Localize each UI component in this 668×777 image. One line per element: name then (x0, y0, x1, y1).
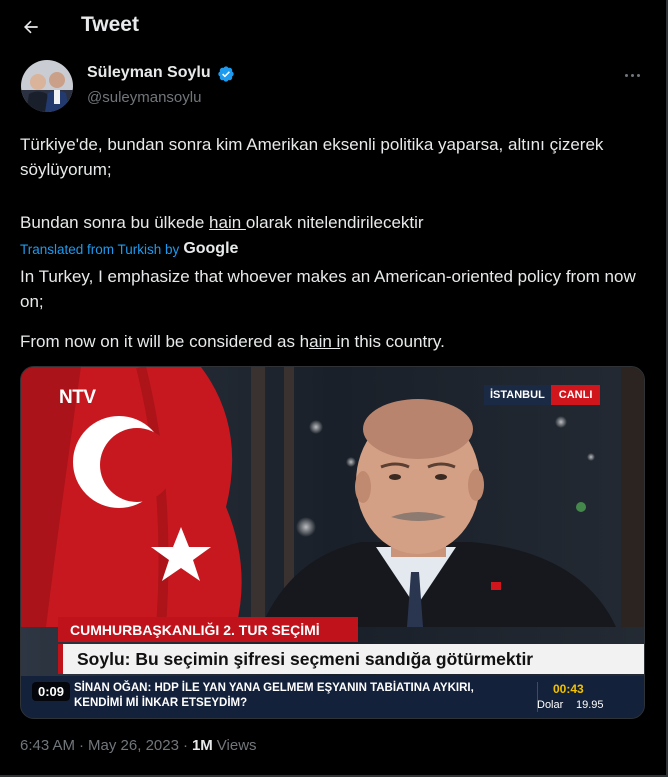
video-timer: 0:09 (32, 682, 71, 701)
more-horizontal-icon[interactable] (620, 66, 644, 84)
author-handle[interactable]: @suleymansoylu (87, 89, 201, 106)
tweet-meta: 6:43 AM · May 26, 2023 · 1M Views (20, 737, 257, 754)
tweet-page: Tweet Süleyman Soylu @suleymansoylu Türk… (0, 0, 668, 777)
translated-label: Translated from Turkish by (20, 241, 180, 257)
meta-separator: · (79, 737, 85, 754)
top-bar: Tweet (0, 0, 666, 54)
ticker-text: SİNAN OĞAN: HDP İLE YAN YANA GELMEM EŞYA… (74, 682, 474, 709)
translation-line-1: In Turkey, I emphasize that whoever make… (20, 267, 636, 311)
tweet-date[interactable]: May 26, 2023 (88, 737, 179, 754)
news-ticker: SİNAN OĞAN: HDP İLE YAN YANA GELMEM EŞYA… (21, 676, 644, 718)
arrow-left-icon[interactable] (18, 14, 44, 40)
tweet-text-suffix: olarak nitelendirilecektir (245, 213, 424, 232)
avatar[interactable] (21, 60, 73, 112)
views-label: Views (216, 737, 257, 754)
lower-third-title: CUMHURBAŞKANLIĞI 2. TUR SEÇİMİ (58, 617, 358, 642)
tweet-text-line-2: Bundan sonra bu ülkede hain olarak nitel… (20, 210, 645, 235)
translation-prefix: From now on it will be considered as h (20, 332, 310, 351)
meta-separator: · (182, 737, 188, 754)
location-badge: İSTANBUL CANLI (484, 385, 601, 405)
tweet-video[interactable]: NTV İSTANBUL CANLI CUMHURBAŞKANLIĞI 2. T… (20, 366, 645, 719)
page-title: Tweet (81, 13, 139, 36)
underlined-word: hain (209, 213, 246, 232)
translation-suffix: n this country. (340, 332, 445, 351)
lower-third-headline: Soylu: Bu seçimin şifresi seçmeni sandığ… (58, 644, 644, 674)
translated-from-link[interactable]: Translated from Turkish by Google (20, 240, 238, 258)
ticker-currency-label: Dolar (537, 699, 564, 711)
views-count: 1M (191, 737, 213, 754)
tweet-text-line-1: Türkiye'de, bundan sonra kim Amerikan ek… (20, 135, 604, 179)
translation-underlined: ain i (309, 332, 341, 351)
author-name[interactable]: Süleyman Soylu (87, 64, 211, 82)
live-label: CANLI (550, 385, 601, 405)
ticker-time: 00:43 (553, 682, 584, 696)
tweet-time[interactable]: 6:43 AM (20, 737, 75, 754)
google-logo: Google (183, 240, 239, 257)
translation-line-2: From now on it will be considered as hai… (20, 329, 645, 354)
channel-logo: NTV (59, 387, 96, 408)
location-label: İSTANBUL (484, 385, 551, 405)
verified-badge-icon (217, 65, 235, 83)
ticker-currency-value: 19.95 (576, 699, 604, 711)
tweet-text-prefix: Bundan sonra bu ülkede (20, 213, 210, 232)
